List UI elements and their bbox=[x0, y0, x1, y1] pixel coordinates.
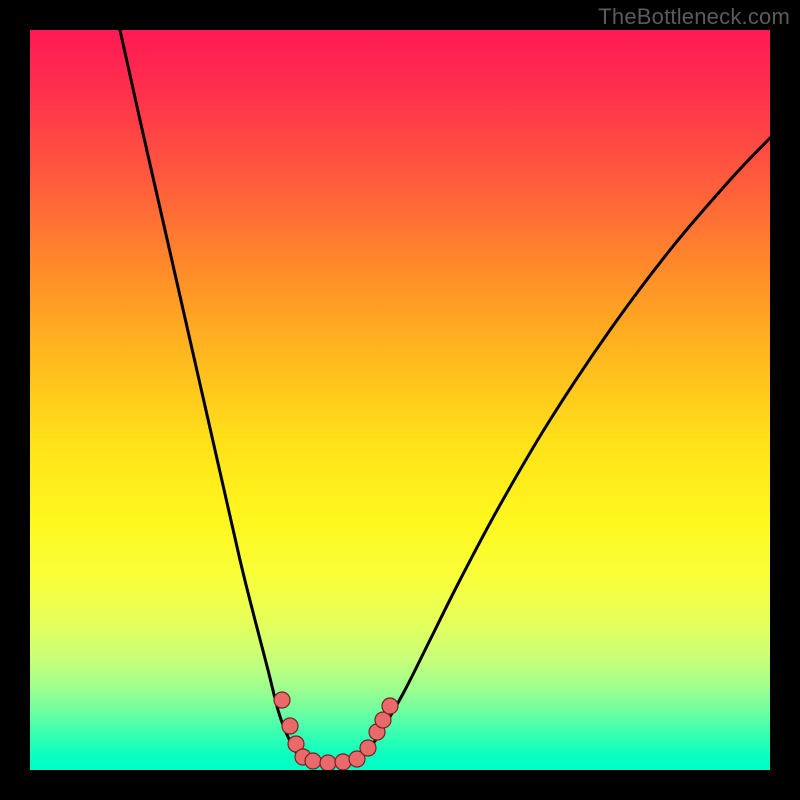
data-dot bbox=[335, 754, 351, 770]
data-dots bbox=[274, 692, 398, 770]
data-dot bbox=[274, 692, 290, 708]
chart-frame: TheBottleneck.com bbox=[0, 0, 800, 800]
data-dot bbox=[360, 740, 376, 756]
data-dot bbox=[282, 718, 298, 734]
data-dot bbox=[382, 698, 398, 714]
data-dot bbox=[305, 753, 321, 769]
bottleneck-curve bbox=[120, 30, 770, 764]
data-dot bbox=[320, 755, 336, 770]
watermark-text: TheBottleneck.com bbox=[598, 4, 790, 30]
curve-svg bbox=[30, 30, 770, 770]
plot-area bbox=[30, 30, 770, 770]
